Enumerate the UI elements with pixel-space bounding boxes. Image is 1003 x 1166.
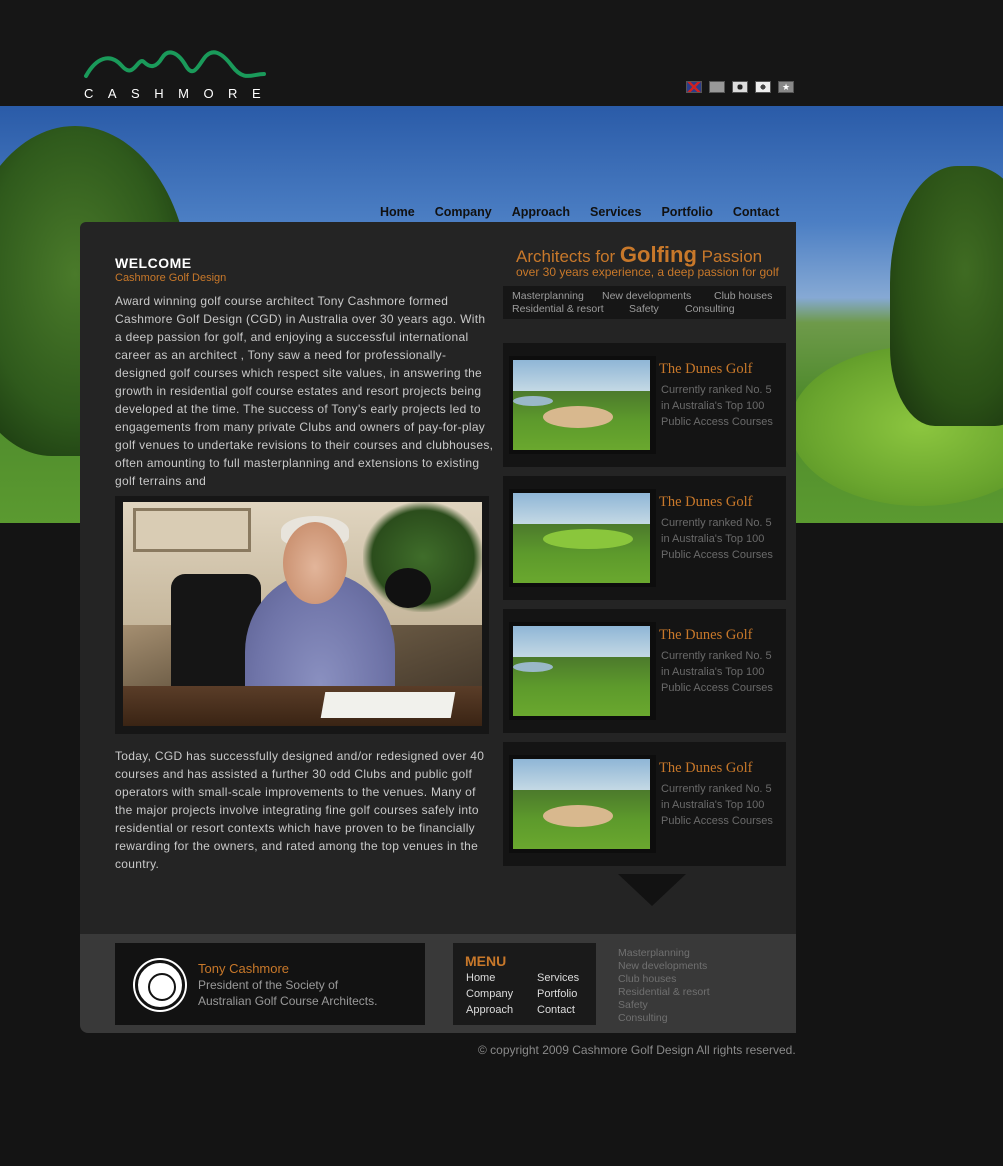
tagline-suffix: Passion [696, 247, 763, 266]
nav-portfolio[interactable]: Portfolio [661, 205, 712, 219]
service-link[interactable]: New developments [602, 290, 691, 302]
course-title[interactable]: The Dunes Golf [659, 494, 752, 511]
course-card[interactable]: The Dunes Golf Currently ranked No. 5 in … [503, 343, 786, 467]
course-thumbnail[interactable] [513, 626, 650, 716]
service-link[interactable]: Consulting [685, 303, 735, 315]
copyright-text: © copyright 2009 Cashmore Golf Design Al… [478, 1043, 796, 1057]
korean-flag-icon[interactable] [755, 81, 771, 93]
service-link[interactable]: Masterplanning [512, 290, 584, 302]
scroll-down-arrow-icon[interactable] [618, 874, 686, 906]
summary-paragraph: Today, CGD has successfully designed and… [115, 749, 485, 871]
footer-services-list: Masterplanning New developments Club hou… [618, 947, 710, 1025]
footer-link-contact[interactable]: Contact [537, 1004, 575, 1016]
course-thumbnail[interactable] [513, 360, 650, 450]
tony-cashmore-photo [123, 502, 482, 726]
main-nav: Home Company Approach Services Portfolio… [380, 205, 799, 219]
nav-contact[interactable]: Contact [733, 205, 780, 219]
course-thumbnail[interactable] [513, 493, 650, 583]
service-link[interactable]: Safety [629, 303, 659, 315]
nav-services[interactable]: Services [590, 205, 641, 219]
nav-company[interactable]: Company [435, 205, 492, 219]
tree-right [890, 166, 1003, 426]
chinese-flag-icon[interactable] [709, 81, 725, 93]
star-flag-icon[interactable]: ★ [778, 81, 794, 93]
founder-role-line1: President of the Society of [198, 978, 339, 992]
footer-service-link[interactable]: Masterplanning [618, 947, 710, 960]
course-description: Currently ranked No. 5 in Australia's Top… [661, 517, 773, 561]
footer-link-home[interactable]: Home [466, 972, 495, 984]
footer-service-link[interactable]: Safety [618, 999, 710, 1012]
footer-link-portfolio[interactable]: Portfolio [537, 988, 577, 1000]
footer-link-company[interactable]: Company [466, 988, 513, 1000]
services-bar: Masterplanning New developments Club hou… [503, 286, 786, 319]
logo-wordmark: CASHMORE [84, 86, 276, 101]
language-selector: ★ [686, 81, 794, 93]
footer-service-link[interactable]: Club houses [618, 973, 710, 986]
course-thumbnail[interactable] [513, 759, 650, 849]
portrait-frame [115, 496, 489, 734]
course-description: Currently ranked No. 5 in Australia's Top… [661, 650, 773, 694]
tagline-subtitle: over 30 years experience, a deep passion… [516, 265, 779, 279]
nav-home[interactable]: Home [380, 205, 415, 219]
course-card[interactable]: The Dunes Golf Currently ranked No. 5 in … [503, 476, 786, 600]
footer-service-link[interactable]: New developments [618, 960, 710, 973]
welcome-heading: WELCOME [115, 255, 192, 271]
footer-menu-title: MENU [465, 953, 507, 969]
english-flag-icon[interactable] [686, 81, 702, 93]
service-link[interactable]: Residential & resort [512, 303, 604, 315]
founder-role-line2: Australian Golf Course Architects. [198, 994, 378, 1008]
cashmore-logo[interactable]: CASHMORE [82, 44, 268, 102]
course-description: Currently ranked No. 5 in Australia's Top… [661, 384, 773, 428]
tagline-highlight: Golfing [619, 242, 697, 267]
intro-paragraph: Award winning golf course architect Tony… [115, 294, 494, 488]
course-description: Currently ranked No. 5 in Australia's Top… [661, 783, 773, 827]
course-card[interactable]: The Dunes Golf Currently ranked No. 5 in … [503, 742, 786, 866]
course-title[interactable]: The Dunes Golf [659, 627, 752, 644]
footer-link-approach[interactable]: Approach [466, 1004, 513, 1016]
logo-wave-icon [84, 50, 266, 78]
footer-service-link[interactable]: Residential & resort [618, 986, 710, 999]
course-card[interactable]: The Dunes Golf Currently ranked No. 5 in … [503, 609, 786, 733]
welcome-subheading: Cashmore Golf Design [115, 272, 227, 284]
japanese-flag-icon[interactable] [732, 81, 748, 93]
course-title[interactable]: The Dunes Golf [659, 361, 752, 378]
tagline-prefix: Architects for [516, 247, 620, 266]
footer-service-link[interactable]: Consulting [618, 1012, 710, 1025]
footer-link-services[interactable]: Services [537, 972, 579, 984]
course-title[interactable]: The Dunes Golf [659, 760, 752, 777]
nav-approach[interactable]: Approach [512, 205, 570, 219]
site-header: CASHMORE ★ [0, 0, 1003, 106]
society-seal-icon [135, 960, 185, 1010]
service-link[interactable]: Club houses [714, 290, 772, 302]
founder-name: Tony Cashmore [198, 961, 290, 976]
